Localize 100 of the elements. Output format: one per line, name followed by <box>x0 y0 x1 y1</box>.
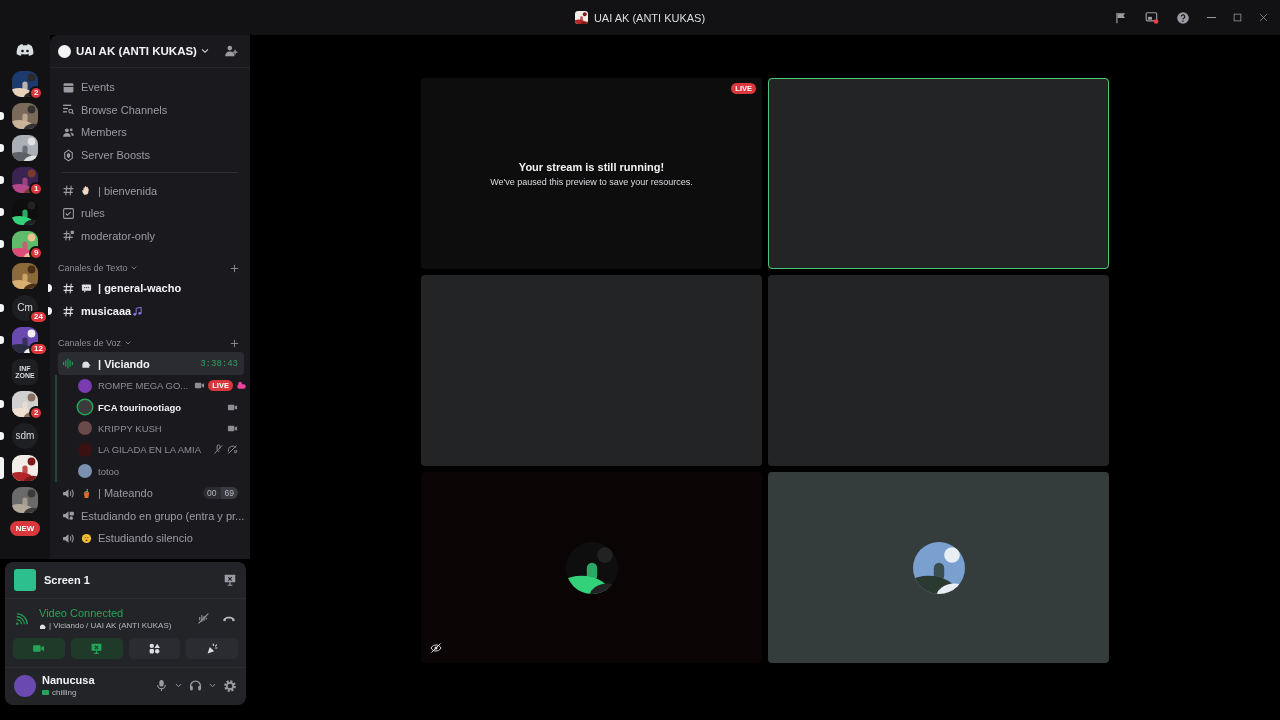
channel-item[interactable]: | general-wacho <box>58 277 244 300</box>
stream-message: Your stream is still running! <box>518 160 665 173</box>
server-icon[interactable]: sdm <box>12 423 38 449</box>
voice-user[interactable]: totoo <box>57 460 244 482</box>
stream-subtitle: We've paused this preview to save your resources. <box>490 176 693 187</box>
menu-item[interactable]: Browse Channels <box>58 98 244 122</box>
server-icon[interactable] <box>12 103 38 129</box>
screen-button[interactable] <box>1145 10 1159 25</box>
sound-bars-icon <box>62 357 75 371</box>
plus-icon <box>229 262 240 274</box>
hash-icon <box>62 281 75 295</box>
boost-icon <box>62 148 75 162</box>
new-badge[interactable]: NEW <box>9 521 41 536</box>
menu-item[interactable]: Events <box>58 76 244 99</box>
server-icon[interactable] <box>12 199 38 225</box>
voice-channel-path: | Viciando / UAI AK (ANTI KUKAS) <box>49 621 172 630</box>
maximize-button[interactable] <box>1233 13 1242 22</box>
connection-status: Video Connected <box>39 607 125 619</box>
headset-button[interactable] <box>189 679 202 692</box>
stream-title: Screen 1 <box>44 574 90 586</box>
speaker-icon <box>62 486 75 500</box>
activities-button[interactable] <box>128 638 181 659</box>
menu-item[interactable]: Members <box>58 121 244 144</box>
speech-bubble-icon <box>81 282 92 294</box>
screen-icon <box>1145 10 1159 25</box>
user-counter: 00 69 <box>203 487 238 500</box>
camera-icon <box>32 642 46 655</box>
voice-channel[interactable]: | Viciando 3:38:43 <box>58 352 244 375</box>
voice-user[interactable]: LA GILADA EN LA AMIA <box>57 439 244 461</box>
channel-item[interactable]: | bienvenida <box>58 179 244 202</box>
server-icon[interactable] <box>12 391 38 417</box>
soundboard-button[interactable] <box>186 638 238 659</box>
stream-icon <box>14 569 36 591</box>
video-tile[interactable] <box>768 472 1109 663</box>
custom-status: chilling <box>52 688 77 697</box>
server-icon <box>58 44 71 58</box>
voice-user[interactable]: FCA tourinootiago <box>57 396 244 418</box>
camera-button[interactable] <box>13 638 65 659</box>
signal-icon <box>15 611 29 626</box>
voice-channel[interactable]: Estudiando en grupo (entra y pr... <box>58 504 244 528</box>
close-button[interactable] <box>1259 13 1268 22</box>
video-tile[interactable] <box>421 472 762 663</box>
server-icon[interactable] <box>12 71 38 97</box>
category-header[interactable]: Canales de Voz <box>58 338 133 349</box>
headset-icon <box>189 679 202 692</box>
music-note-icon <box>132 305 144 317</box>
inbox-button[interactable] <box>1114 10 1128 25</box>
help-button[interactable] <box>1176 10 1190 25</box>
mention-badge: 12 <box>31 344 46 354</box>
settings-button[interactable] <box>223 678 237 693</box>
hash-icon <box>62 304 75 318</box>
caret-icon <box>174 681 183 690</box>
mention-badge: 2 <box>31 408 42 418</box>
plus-icon <box>229 337 240 349</box>
caret-icon <box>208 681 217 690</box>
call-timer: 3:38:43 <box>200 358 238 369</box>
server-icon[interactable] <box>12 135 38 161</box>
channel-item[interactable]: moderator-only <box>58 224 244 248</box>
channel-item[interactable]: musicaaa <box>58 299 244 323</box>
party-popper-icon <box>205 642 219 655</box>
surprised-face-icon <box>81 532 92 544</box>
caret-icon <box>199 46 210 56</box>
window-title: UAI AK (ANTI KUKAS) <box>593 11 706 24</box>
channel-item[interactable]: rules <box>58 201 244 225</box>
video-tile[interactable] <box>421 275 762 466</box>
server-icon[interactable] <box>12 487 38 513</box>
server-icon[interactable] <box>12 263 38 289</box>
mention-badge: 24 <box>31 312 46 322</box>
gear-icon <box>223 678 237 693</box>
hash-icon <box>62 184 75 198</box>
screen-button[interactable] <box>70 638 123 659</box>
microphone-button[interactable] <box>155 679 168 692</box>
voice-channel[interactable]: | Mateando 00 69 <box>58 481 244 505</box>
server-icon[interactable] <box>12 455 38 481</box>
checklist-icon <box>62 206 75 220</box>
speaker-icon <box>62 509 75 523</box>
username: Nanucusa <box>42 674 95 686</box>
voice-channel[interactable]: Estudiando silencio <box>58 527 244 550</box>
server-icon[interactable] <box>12 231 38 257</box>
video-tile[interactable] <box>768 78 1109 269</box>
speaker-icon <box>62 531 75 545</box>
help-icon <box>1176 10 1190 25</box>
mate-cup-icon <box>81 487 92 499</box>
menu-item[interactable]: Server Boosts <box>58 143 244 167</box>
voice-user[interactable]: KRIPPY KUSH <box>57 417 244 440</box>
status-icon <box>42 690 49 695</box>
waving-hand-icon <box>81 185 92 197</box>
locked-hash-icon <box>62 229 75 243</box>
list-search-icon <box>62 103 75 117</box>
maximize-icon <box>1233 13 1242 22</box>
mic-icon <box>155 679 168 692</box>
invite-icon <box>224 44 238 58</box>
mention-badge: 1 <box>31 184 42 194</box>
category-header[interactable]: Canales de Texto <box>58 263 139 274</box>
mention-badge: 9 <box>31 248 42 258</box>
video-tile[interactable] <box>768 275 1109 466</box>
close-icon <box>1259 13 1268 22</box>
screen-share-icon <box>90 642 104 655</box>
server-name[interactable]: UAI AK (ANTI KUKAS) <box>76 45 210 57</box>
shapes-icon <box>147 642 161 655</box>
